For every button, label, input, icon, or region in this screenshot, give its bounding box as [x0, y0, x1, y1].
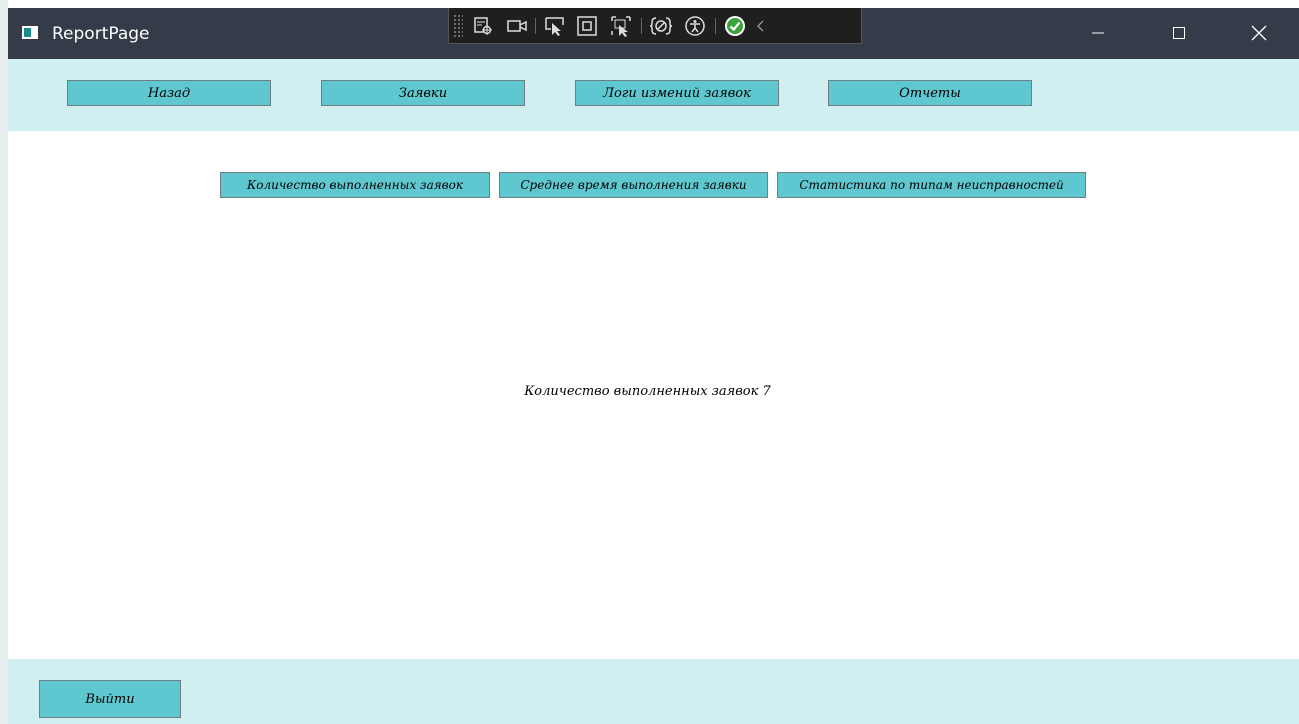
maximize-button[interactable]	[1156, 16, 1202, 50]
reports-button[interactable]: Отчеты	[828, 80, 1032, 106]
report-window: ReportPage Назад Заявки Логи измений зая…	[0, 0, 1299, 724]
window-title: ReportPage	[52, 24, 150, 44]
app-window-icon	[22, 26, 38, 39]
ui-checker-ok-icon[interactable]	[723, 14, 747, 38]
close-icon	[1251, 25, 1267, 41]
navigation-bar: Назад Заявки Логи измений заявок Отчеты	[8, 59, 1299, 131]
fault-statistics-report-button[interactable]: Статистика по типам неисправностей	[777, 172, 1086, 198]
minimize-icon	[1092, 32, 1104, 34]
maximize-icon	[1173, 27, 1185, 39]
collapse-icon[interactable]	[749, 14, 773, 38]
binding-failures-icon[interactable]	[649, 14, 673, 38]
back-button[interactable]: Назад	[67, 80, 271, 106]
title-bar[interactable]: ReportPage	[8, 8, 1299, 59]
display-layout-adorners-icon[interactable]	[575, 14, 599, 38]
minimize-button[interactable]	[1075, 16, 1121, 50]
accessibility-icon[interactable]	[683, 14, 707, 38]
close-button[interactable]	[1236, 16, 1282, 50]
window-edge	[0, 0, 8, 724]
request-logs-button[interactable]: Логи измений заявок	[575, 80, 779, 106]
requests-button[interactable]: Заявки	[321, 80, 525, 106]
footer-bar: Выйти	[8, 659, 1299, 724]
select-element-icon[interactable]	[543, 14, 567, 38]
debug-toolbar	[448, 8, 862, 44]
live-visual-tree-icon[interactable]	[471, 14, 495, 38]
completed-count-report-button[interactable]: Количество выполненных заявок	[220, 172, 490, 198]
toolbar-grip-icon[interactable]	[453, 14, 463, 38]
report-result-text: Количество выполненных заявок 7	[524, 384, 771, 399]
average-time-report-button[interactable]: Среднее время выполнения заявки	[499, 172, 768, 198]
track-focus-icon[interactable]	[609, 14, 633, 38]
report-content: Количество выполненных заявок Среднее вр…	[8, 131, 1299, 659]
record-icon[interactable]	[505, 14, 529, 38]
exit-button[interactable]: Выйти	[39, 680, 181, 718]
